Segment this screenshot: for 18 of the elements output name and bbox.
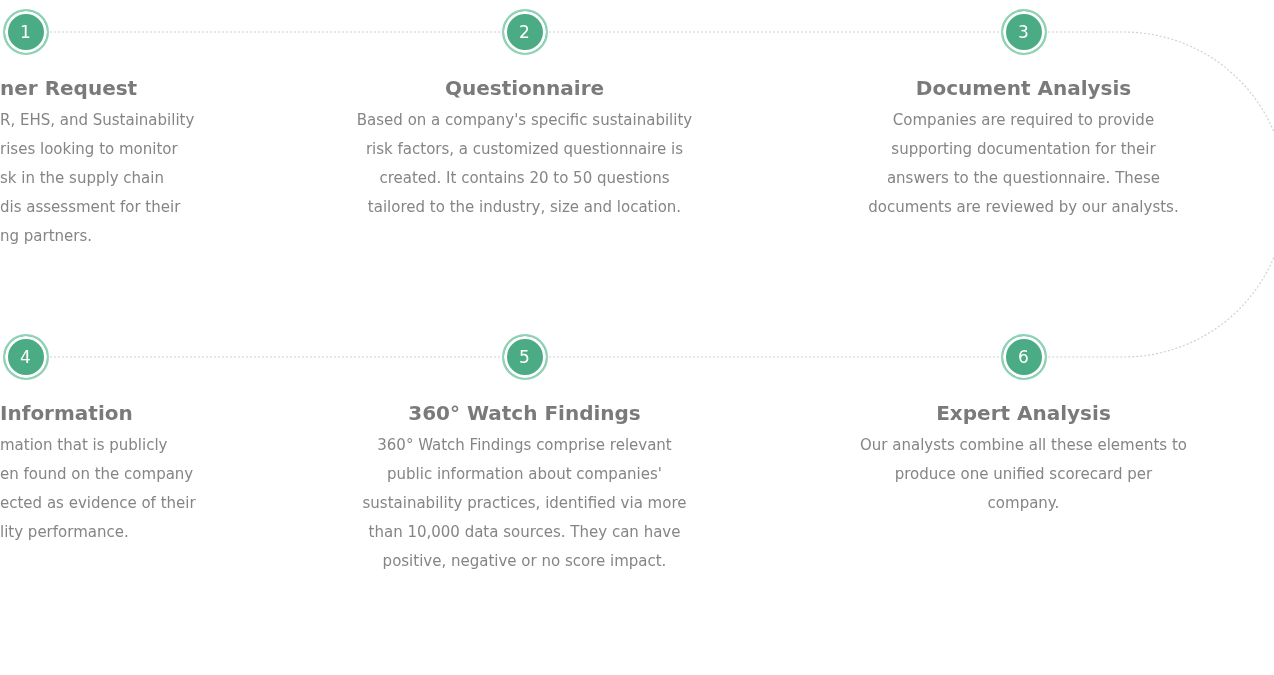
step-title: Document Analysis — [915, 75, 1132, 102]
step-title: Expert Analysis — [936, 400, 1111, 427]
step-number: 1 — [2, 9, 49, 55]
step-number: 5 — [501, 334, 548, 380]
step-number: 3 — [1000, 9, 1047, 55]
step-title: 360° Watch Findings — [408, 400, 641, 427]
step-description: R, EHS, and Sustainability rises looking to monitor sk in the supply chain dis assessment for their ng partners. — [0, 110, 195, 247]
step-number: 4 — [2, 334, 49, 380]
step-description: Companies are required to provide supporting documentation for their answers to the questionnaire. These documents are reviewed by our analysts. — [868, 110, 1179, 218]
step-number: 2 — [501, 9, 548, 55]
step-number: 6 — [1000, 334, 1047, 380]
step-title: Questionnaire — [444, 75, 605, 102]
step-description: Based on a company's specific sustainability risk factors, a customized questionnaire is created. It contains 20 to 50 questions tailored to the industry, size and location. — [356, 110, 693, 218]
step-title: ner Request — [0, 75, 138, 102]
step-title: Information — [0, 400, 133, 427]
step-description: mation that is publicly en found on the company ected as evidence of their lity performance. — [0, 435, 196, 543]
step-description: 360° Watch Findings comprise relevant public information about companies' sustainability practices, identified via more than 10,000 data sources. They can have positive, negative or no score impact. — [362, 435, 687, 572]
step-description: Our analysts combine all these elements to produce one unified scorecard per company. — [860, 435, 1187, 514]
